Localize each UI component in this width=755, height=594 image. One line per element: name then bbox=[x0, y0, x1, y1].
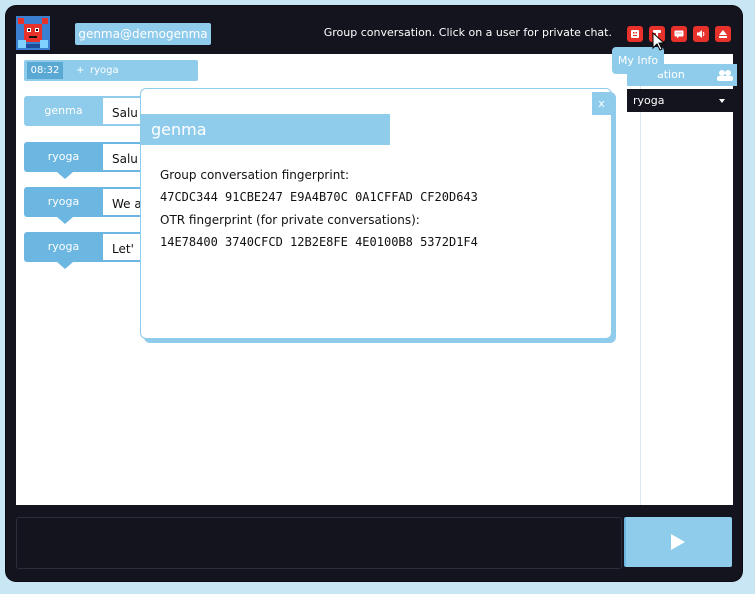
message-sender[interactable]: ryoga bbox=[24, 142, 103, 172]
chat-icon[interactable] bbox=[671, 26, 687, 42]
sound-icon[interactable] bbox=[693, 26, 709, 42]
group-fingerprint-label: Group conversation fingerprint: bbox=[160, 168, 350, 182]
join-arrow-icon: + bbox=[76, 65, 85, 76]
user-select-value: ryoga bbox=[633, 94, 665, 107]
status-message: Group conversation. Click on a user for … bbox=[323, 26, 612, 39]
notice-time: 08:32 bbox=[27, 62, 63, 79]
people-icon bbox=[717, 70, 733, 81]
mouse-cursor-icon bbox=[652, 32, 666, 51]
join-notice: 08:32 + ryoga bbox=[24, 60, 198, 81]
bubble-tail bbox=[57, 262, 73, 269]
close-button[interactable]: x bbox=[592, 92, 611, 115]
toolbar-icons bbox=[627, 26, 731, 42]
user-id-badge: genma@demogenma bbox=[75, 23, 211, 45]
otr-fingerprint-label: OTR fingerprint (for private conversatio… bbox=[160, 213, 420, 227]
send-icon bbox=[671, 534, 685, 550]
message-sender[interactable]: ryoga bbox=[24, 232, 103, 262]
message-sender[interactable]: genma bbox=[24, 96, 103, 126]
bubble-tail bbox=[57, 217, 73, 224]
notice-name: ryoga bbox=[90, 65, 119, 76]
avatar[interactable] bbox=[16, 16, 50, 50]
message-sender[interactable]: ryoga bbox=[24, 187, 103, 217]
modal-title: genma bbox=[141, 114, 390, 145]
bubble-tail bbox=[57, 172, 73, 179]
group-fingerprint-value: 47CDC344 91CBE247 E9A4B70C 0A1CFFAD CF20… bbox=[160, 190, 478, 204]
user-icon[interactable] bbox=[627, 26, 643, 42]
user-info-modal: x genma Group conversation fingerprint: … bbox=[140, 88, 612, 339]
otr-fingerprint-value: 14E78400 3740CFCD 12B2E8FE 4E0100B8 5372… bbox=[160, 235, 478, 249]
message-input[interactable] bbox=[16, 517, 622, 569]
logout-icon[interactable] bbox=[715, 26, 731, 42]
sidebar: ation ryoga bbox=[627, 54, 737, 505]
send-button[interactable] bbox=[624, 517, 732, 567]
chevron-down-icon bbox=[719, 99, 725, 103]
user-select[interactable]: ryoga bbox=[627, 89, 734, 112]
